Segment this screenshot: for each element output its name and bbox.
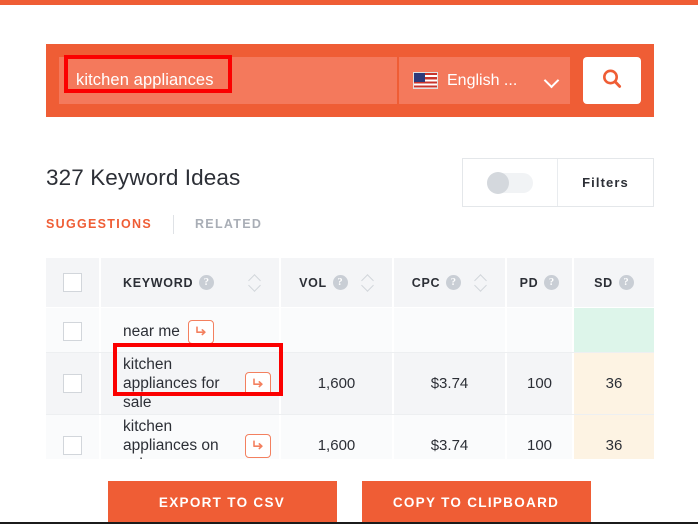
help-icon-pd[interactable]: ?	[544, 275, 560, 290]
row-pd-cell: 100	[507, 415, 574, 459]
row-checkbox[interactable]	[63, 436, 82, 455]
language-selector[interactable]: English ...	[397, 57, 570, 104]
table-row[interactable]: kitchen appliances on sale 1,600 $3.74 1…	[46, 415, 654, 459]
tab-related[interactable]: RELATED	[195, 217, 262, 231]
column-header-pd[interactable]: PD ?	[507, 258, 574, 307]
filters-toggle[interactable]	[463, 159, 558, 206]
column-header-keyword[interactable]: KEYWORD ?	[101, 258, 281, 307]
keyword-text: kitchen appliances on sale	[123, 418, 219, 459]
footer-actions: EXPORT TO CSV COPY TO CLIPBOARD	[0, 481, 698, 523]
language-label: English ...	[447, 71, 518, 89]
help-icon-keyword[interactable]: ?	[199, 275, 215, 290]
table-header-row: KEYWORD ? VOL ? CPC ? PD ? SD ?	[46, 258, 654, 308]
column-header-vol[interactable]: VOL ?	[281, 258, 394, 307]
table-row[interactable]: kitchen appliances for sale 1,600 $3.74 …	[46, 353, 654, 415]
column-header-keyword-label: KEYWORD	[123, 275, 194, 290]
toggle-switch-icon	[487, 171, 533, 194]
export-to-csv-button[interactable]: EXPORT TO CSV	[107, 481, 337, 523]
column-header-cpc[interactable]: CPC ?	[394, 258, 507, 307]
search-input-value: kitchen appliances	[76, 71, 214, 89]
row-select-cell	[46, 415, 101, 459]
filters-panel: Filters	[462, 158, 654, 207]
tab-suggestions[interactable]: SUGGESTIONS	[46, 217, 152, 231]
keyword-text: kitchen appliances for sale	[123, 356, 220, 411]
row-cpc-cell: $3.74	[394, 415, 507, 459]
row-pd-cell: 100	[507, 353, 574, 414]
top-accent-strip	[0, 0, 698, 5]
row-sd-cell: 36	[574, 353, 654, 414]
column-header-cpc-label: CPC	[411, 275, 441, 290]
row-checkbox[interactable]	[63, 374, 82, 393]
us-flag-icon	[413, 72, 438, 89]
keyword-text: near me	[123, 323, 180, 340]
help-icon-cpc[interactable]: ?	[446, 275, 462, 290]
sort-icon-cpc[interactable]	[475, 274, 487, 292]
result-tabs: SUGGESTIONS RELATED	[46, 213, 262, 235]
row-vol-cell: 1,600	[281, 353, 394, 414]
sort-icon-keyword[interactable]	[249, 274, 261, 292]
copy-to-clipboard-button[interactable]: COPY TO CLIPBOARD	[361, 481, 591, 523]
column-header-sd-label: SD	[594, 275, 613, 290]
sort-icon-vol[interactable]	[362, 274, 374, 292]
row-keyword-cell: kitchen appliances for sale	[101, 353, 281, 414]
column-header-vol-label: VOL	[299, 275, 327, 290]
keyword-tool-page: kitchen appliances English ... 327 Keywo…	[0, 0, 698, 524]
chevron-down-icon	[545, 74, 558, 87]
help-icon-vol[interactable]: ?	[332, 275, 348, 290]
column-header-sd[interactable]: SD ?	[574, 258, 654, 307]
page-title: 327 Keyword Ideas	[46, 165, 241, 190]
filters-button[interactable]: Filters	[558, 175, 653, 190]
tab-divider	[172, 214, 174, 234]
keyword-table: KEYWORD ? VOL ? CPC ? PD ? SD ? near me …	[46, 258, 654, 459]
row-vol-cell: 1,600	[281, 415, 394, 459]
search-input[interactable]: kitchen appliances	[59, 55, 397, 104]
column-header-select-all	[46, 258, 101, 307]
search-bar: kitchen appliances English ...	[46, 44, 654, 117]
arrow-turn-right-icon[interactable]	[245, 433, 271, 458]
row-cpc-cell: $3.74	[394, 353, 507, 414]
arrow-turn-right-icon[interactable]	[187, 319, 214, 344]
help-icon-sd[interactable]: ?	[618, 275, 634, 290]
row-select-cell	[46, 353, 101, 414]
row-checkbox[interactable]	[63, 322, 82, 341]
select-all-checkbox[interactable]	[63, 273, 82, 292]
row-keyword-cell: kitchen appliances on sale	[101, 415, 281, 459]
table-body: near me kitchen appliances for sale 1,60…	[46, 291, 654, 459]
row-sd-cell: 36	[574, 415, 654, 459]
search-button[interactable]	[583, 57, 641, 104]
column-header-pd-label: PD	[519, 275, 539, 290]
arrow-turn-right-icon[interactable]	[245, 371, 271, 396]
search-icon	[600, 67, 624, 94]
